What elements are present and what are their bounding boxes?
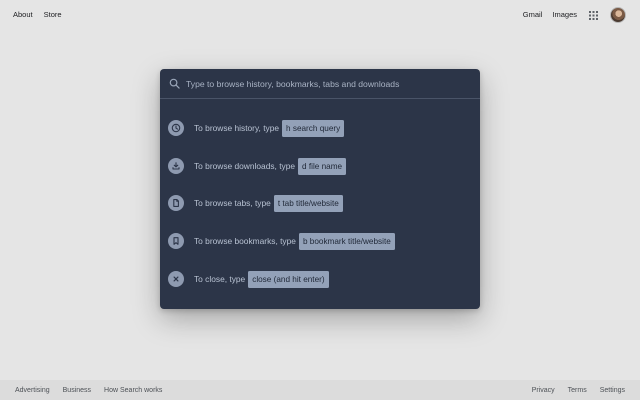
top-right-links: Gmail Images: [523, 7, 626, 23]
palette-search-input[interactable]: [186, 75, 471, 93]
terms-link[interactable]: Terms: [568, 386, 587, 395]
hint-bookmarks-text: To browse bookmarks, type: [194, 236, 296, 246]
hint-close: To close, type close (and hit enter): [168, 269, 329, 289]
hint-close-code: close (and hit enter): [248, 270, 329, 288]
business-link[interactable]: Business: [63, 386, 91, 395]
about-link[interactable]: About: [13, 10, 33, 20]
close-icon: [168, 271, 184, 287]
advertising-link[interactable]: Advertising: [15, 386, 50, 395]
tab-icon: [168, 195, 184, 211]
hint-history-text: To browse history, type: [194, 123, 280, 133]
settings-link[interactable]: Settings: [600, 386, 625, 395]
privacy-link[interactable]: Privacy: [532, 386, 555, 395]
hint-tabs-text: To browse tabs, type: [194, 198, 271, 208]
bookmark-icon: [168, 233, 184, 249]
hint-bookmarks-code: b bookmark title/website: [298, 232, 395, 250]
hint-close-text: To close, type: [194, 274, 246, 284]
gmail-link[interactable]: Gmail: [523, 10, 543, 20]
top-bar: About Store Gmail Images: [0, 0, 640, 30]
clock-icon: [168, 120, 184, 136]
store-link[interactable]: Store: [44, 10, 62, 20]
hint-downloads-text: To browse downloads, type: [194, 161, 296, 171]
top-left-links: About Store: [13, 10, 62, 20]
images-link[interactable]: Images: [552, 10, 577, 20]
hint-downloads-code: d file name: [298, 157, 347, 175]
hint-tabs: To browse tabs, type t tab title/website: [168, 193, 343, 213]
command-palette: To browse history, type h search query T…: [160, 69, 480, 309]
footer: Advertising Business How Search works Pr…: [0, 380, 640, 400]
how-search-works-link[interactable]: How Search works: [104, 386, 162, 395]
hint-history-code: h search query: [282, 119, 345, 137]
avatar[interactable]: [610, 7, 626, 23]
apps-grid-icon[interactable]: [589, 10, 598, 20]
hint-downloads: To browse downloads, type d file name: [168, 156, 347, 176]
search-icon: [169, 78, 180, 89]
download-icon: [168, 158, 184, 174]
hint-tabs-code: t tab title/website: [273, 194, 343, 212]
footer-right-links: Privacy Terms Settings: [532, 386, 625, 395]
footer-left-links: Advertising Business How Search works: [15, 386, 162, 395]
hint-bookmarks: To browse bookmarks, type b bookmark tit…: [168, 231, 395, 251]
hint-history: To browse history, type h search query: [168, 118, 345, 138]
palette-search-row: [160, 69, 480, 99]
